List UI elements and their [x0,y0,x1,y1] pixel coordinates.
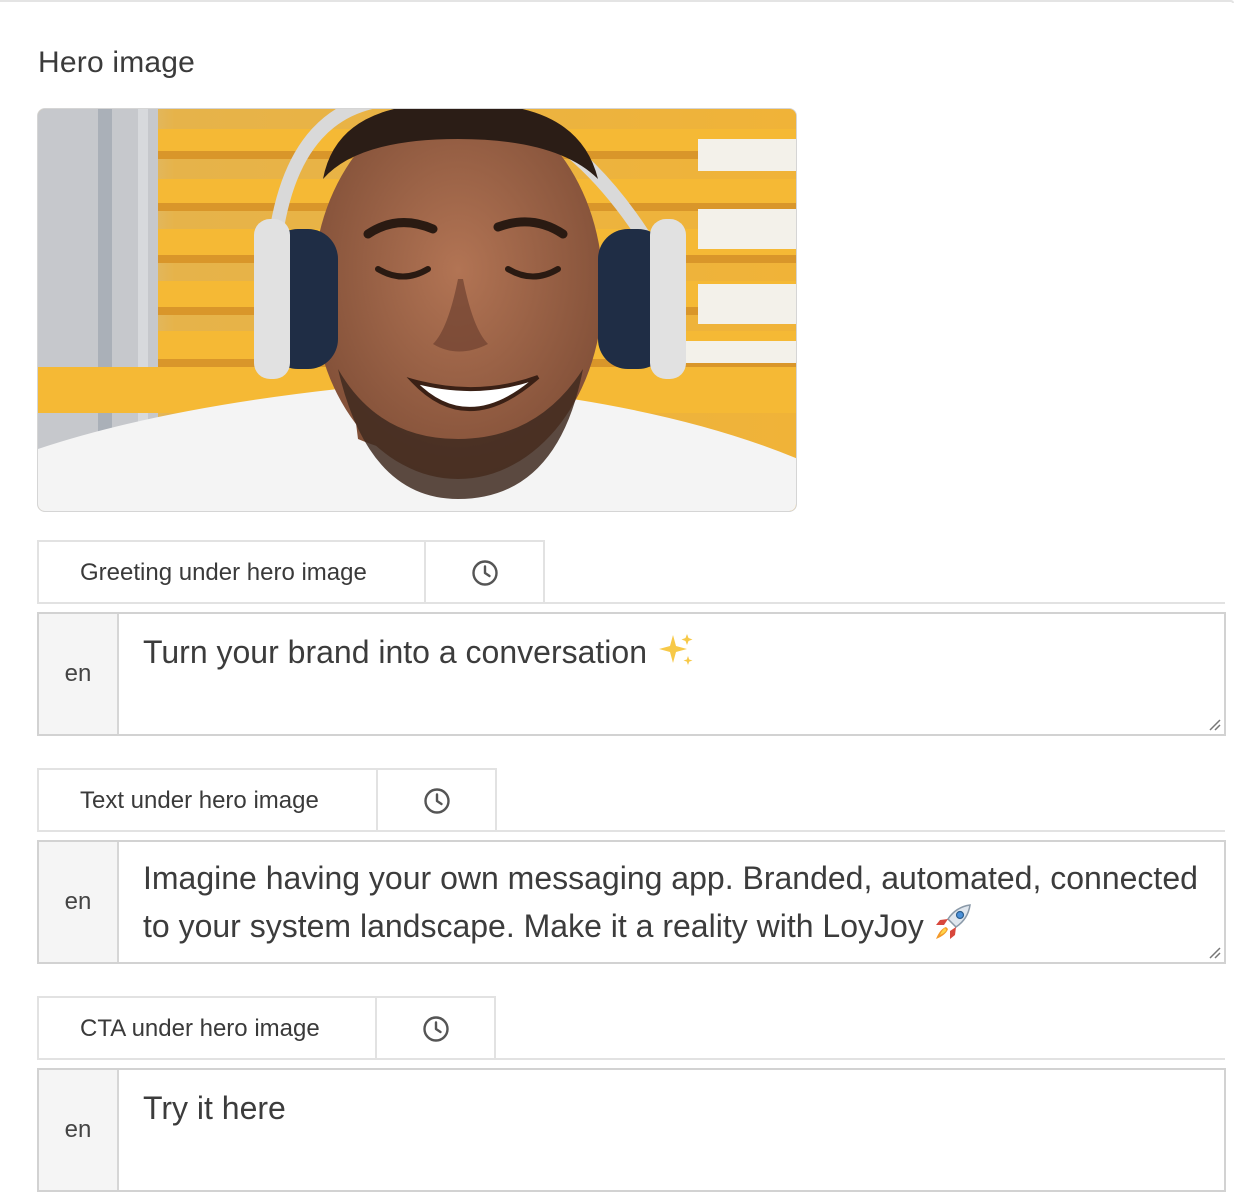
hero-photo [38,109,796,511]
language-label: en [39,842,119,962]
field-cta: en Try it here [37,1068,1226,1192]
resize-handle-icon[interactable] [1207,717,1221,731]
language-label: en [39,1070,119,1190]
history-button-greeting[interactable] [426,540,545,604]
greeting-input[interactable]: Turn your brand into a conversation [119,614,1224,734]
field-label-greeting: Greeting under hero image [37,540,426,604]
rocket-icon [932,903,974,956]
text-input[interactable]: Imagine having your own messaging app. B… [119,842,1224,962]
text-value: Imagine having your own messaging app. B… [143,860,1198,944]
resize-handle-icon[interactable] [1207,945,1221,959]
field-text: en Imagine having your own messaging app… [37,840,1226,964]
panel-border [0,0,1234,3]
field-header-divider [37,602,1225,604]
hero-image[interactable] [37,108,797,512]
history-button-text[interactable] [378,768,497,832]
clock-icon [422,1016,449,1042]
field-greeting: en Turn your brand into a conversation [37,612,1226,736]
section-title: Hero image [38,46,196,79]
field-label-text: Text under hero image [37,768,378,832]
clock-icon [471,560,498,586]
field-header-divider [37,1058,1225,1060]
field-header-greeting: Greeting under hero image [37,540,545,604]
history-button-cta[interactable] [377,996,496,1060]
field-header-cta: CTA under hero image [37,996,496,1060]
clock-icon [423,788,450,814]
sparkles-icon [655,633,695,682]
field-header-text: Text under hero image [37,768,497,832]
language-label: en [39,614,119,734]
cta-text: Try it here [143,1090,286,1126]
greeting-text: Turn your brand into a conversation [143,634,647,670]
cta-input[interactable]: Try it here [119,1070,1224,1190]
field-label-cta: CTA under hero image [37,996,377,1060]
field-header-divider [37,830,1225,832]
